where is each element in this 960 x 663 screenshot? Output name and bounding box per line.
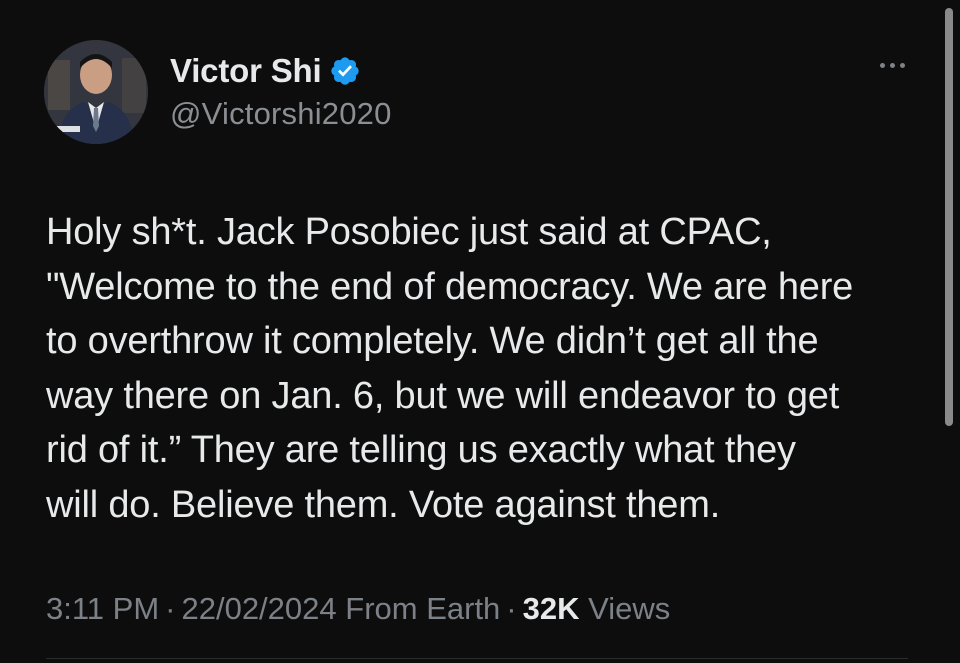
avatar[interactable] <box>44 40 148 144</box>
tweet-time[interactable]: 3:11 PM <box>46 591 159 626</box>
display-name[interactable]: Victor Shi <box>170 50 322 92</box>
tweet-metadata: 3:11 PM · 22/02/2024 From Earth · 32K Views <box>46 589 670 629</box>
tweet-source: From Earth <box>345 591 501 626</box>
tweet-text-line: Holy sh*t. Jack Posobiec just said at CP… <box>46 211 772 253</box>
meta-separator: · <box>506 591 517 626</box>
more-horizontal-icon <box>879 62 885 68</box>
meta-separator: · <box>165 591 176 626</box>
tweet-header: Victor Shi @Victorshi2020 <box>44 40 904 144</box>
verified-badge-icon[interactable] <box>329 55 361 87</box>
tweet-text-line: rid of it.” They are telling us exactly … <box>46 429 796 471</box>
user-info: Victor Shi @Victorshi2020 <box>170 50 392 132</box>
tweet-text-line: will do. Believe them. Vote against them… <box>46 483 721 526</box>
user-handle[interactable]: @Victorshi2020 <box>170 96 392 132</box>
tweet-text-line: to overthrow it completely. We didn’t ge… <box>46 320 819 362</box>
scrollbar[interactable] <box>945 8 953 426</box>
tweet-detail-screen: Victor Shi @Victorshi2020 Holy sh*t. Jac… <box>0 0 960 663</box>
name-row: Victor Shi <box>170 50 392 92</box>
more-dot <box>889 62 895 68</box>
more-options-button[interactable] <box>872 55 912 75</box>
tweet-text: Holy sh*t. Jack Posobiec just said at CP… <box>46 205 916 532</box>
tweet-text-line: way there on Jan. 6, but we will endeavo… <box>46 374 840 417</box>
views-count[interactable]: 32K <box>523 591 580 626</box>
avatar-photo-icon <box>44 40 148 144</box>
more-dot <box>899 62 905 68</box>
divider <box>46 658 908 659</box>
tweet-date[interactable]: 22/02/2024 <box>181 591 336 626</box>
views-label: Views <box>588 591 671 626</box>
tweet-text-line: "Welcome to the end of democracy. We are… <box>46 265 854 308</box>
